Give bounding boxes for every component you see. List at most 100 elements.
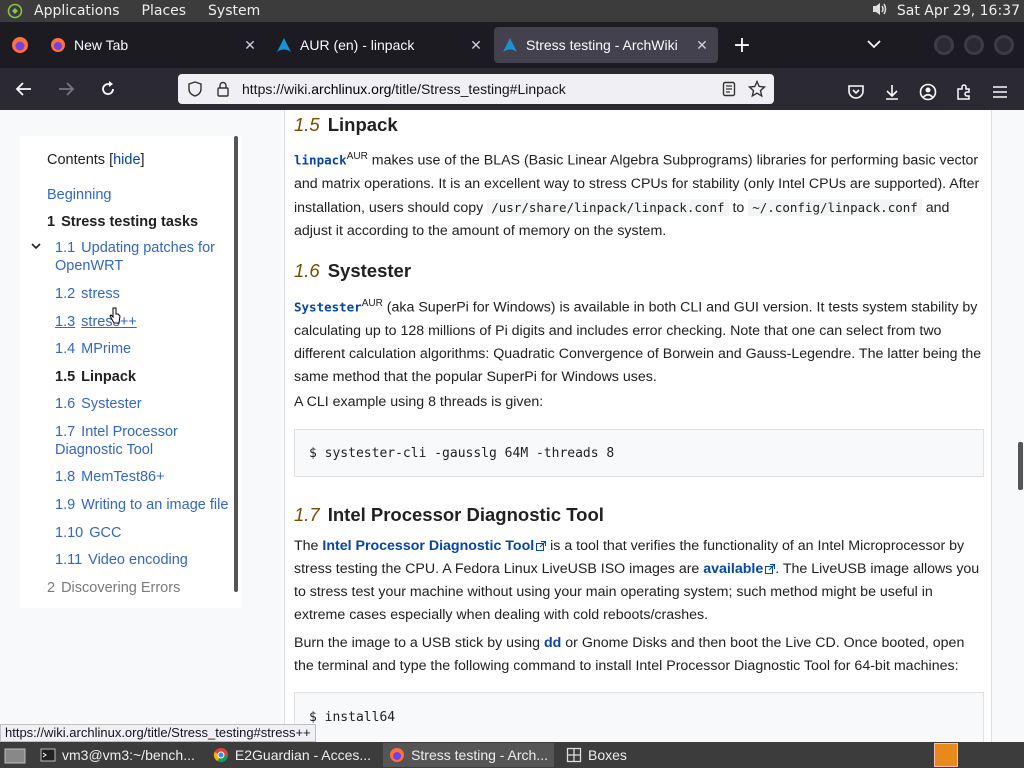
tab-strip: New Tab ✕ AUR (en) - linpack ✕ Stress te…	[0, 22, 1024, 68]
heading-systester: 1.6 Systester	[294, 260, 411, 282]
toc-scrollbar[interactable]	[234, 136, 238, 592]
lock-icon[interactable]	[214, 80, 232, 98]
page-content: Contents [hide] Beginning 1 Stress testin…	[0, 110, 1024, 742]
toc-num: 1.10	[55, 525, 84, 541]
toc-item-1-1-cont[interactable]: OpenWRT	[55, 257, 123, 275]
account-icon[interactable]	[910, 74, 946, 110]
pocket-icon[interactable]	[838, 74, 874, 110]
minimize-window-button[interactable]	[934, 35, 954, 55]
distro-logo-icon[interactable]	[4, 0, 26, 22]
close-tab-icon[interactable]: ✕	[242, 37, 258, 54]
toc-label: MemTest86+	[81, 469, 165, 485]
volume-icon[interactable]	[871, 1, 889, 21]
toc-title: Contents [hide]	[47, 152, 145, 168]
back-arrow-icon[interactable]	[6, 71, 42, 107]
toc-heading: Contents	[47, 152, 106, 168]
hand-cursor-icon	[109, 307, 121, 324]
toc-item-1-5[interactable]: 1.5 Linpack	[55, 368, 136, 386]
toc-item-1-7-cont[interactable]: Diagnostic Tool	[55, 441, 153, 459]
taskbar-label: vm3@vm3:~/bench...	[62, 747, 195, 763]
linpack-link[interactable]: linpack	[294, 153, 347, 168]
tab-new-tab[interactable]: New Tab ✕	[42, 27, 266, 63]
toc-num: 1.6	[55, 396, 76, 412]
toc-label: Beginning	[47, 187, 112, 203]
toc-item-1[interactable]: 1 Stress testing tasks	[47, 213, 198, 231]
tab-stress-testing[interactable]: Stress testing - ArchWiki ✕	[494, 27, 718, 63]
tab-aur-linpack[interactable]: AUR (en) - linpack ✕	[268, 27, 492, 63]
url-bar[interactable]: https://wiki.archlinux.org/title/Stress_…	[178, 74, 774, 104]
applications-menu[interactable]: Applications	[34, 3, 120, 19]
toc-item-1-6[interactable]: 1.6 Systester	[55, 395, 142, 413]
toc-hide-link[interactable]: hide	[113, 152, 140, 168]
taskbar-item-boxes[interactable]: Boxes	[560, 743, 633, 767]
toc-label: Discovering Errors	[61, 580, 181, 596]
toc-item-2[interactable]: 2 Discovering Errors	[47, 579, 180, 597]
toc-label: Intel Processor	[81, 424, 178, 440]
toc-num: 1.8	[55, 469, 76, 485]
toc-label: MPrime	[81, 341, 132, 357]
close-tab-icon[interactable]: ✕	[694, 37, 710, 54]
reload-icon[interactable]	[90, 71, 126, 107]
available-link[interactable]: available	[703, 561, 763, 577]
chrome-icon	[213, 748, 228, 762]
tab-label: New Tab	[74, 37, 129, 53]
taskbar-item-e2guardian[interactable]: E2Guardian - Acces...	[207, 743, 377, 767]
toc-item-1-2[interactable]: 1.2 stress	[55, 285, 120, 303]
system-menu[interactable]: System	[208, 3, 260, 19]
section-number: 1.5	[294, 114, 320, 135]
toc-item-1-3[interactable]: 1.3 stress++	[55, 313, 137, 331]
aur-sup[interactable]: AUR	[347, 151, 368, 162]
heading-intel-diagnostic: 1.7 Intel Processor Diagnostic Tool	[294, 504, 604, 526]
toc-item-1-10[interactable]: 1.10 GCC	[55, 524, 121, 542]
firefox-view-icon[interactable]	[0, 22, 40, 68]
tray-firefox-icon[interactable]	[934, 743, 958, 767]
list-tabs-chevron-icon[interactable]	[860, 37, 888, 53]
firefox-icon	[390, 748, 405, 762]
section-title: Intel Processor Diagnostic Tool	[327, 504, 604, 525]
article-body: 1.5 Linpack linpackAUR makes use of the B…	[284, 110, 992, 742]
chevron-down-icon[interactable]	[30, 240, 42, 252]
clock[interactable]: Sat Apr 29, 16:37	[897, 3, 1020, 19]
reader-view-icon[interactable]	[720, 80, 738, 98]
toc-item-1-11[interactable]: 1.11 Video encoding	[55, 551, 188, 569]
tab-label: AUR (en) - linpack	[300, 37, 415, 53]
show-desktop-icon[interactable]	[0, 743, 30, 767]
maximize-window-button[interactable]	[964, 35, 984, 55]
toc-item-1-4[interactable]: 1.4 MPrime	[55, 340, 131, 358]
toc-label: Updating patches for	[81, 240, 215, 256]
section-title: Linpack	[327, 114, 398, 135]
bookmark-star-icon[interactable]	[748, 80, 766, 98]
taskbar-label: Boxes	[588, 747, 627, 763]
section-number: 1.6	[294, 260, 320, 281]
downloads-icon[interactable]	[874, 74, 910, 110]
toc-num: 1.9	[55, 497, 76, 513]
places-menu[interactable]: Places	[142, 3, 187, 19]
taskbar-item-firefox[interactable]: Stress testing - Arch...	[383, 743, 555, 767]
navigation-toolbar: https://wiki.archlinux.org/title/Stress_…	[0, 68, 1024, 110]
taskbar-label: Stress testing - Arch...	[411, 747, 549, 763]
toc-item-1-1[interactable]: 1.1 Updating patches for	[55, 239, 215, 257]
toc-item-beginning[interactable]: Beginning	[47, 186, 112, 204]
page-scrollbar[interactable]	[1018, 442, 1023, 490]
forward-arrow-icon[interactable]	[48, 71, 84, 107]
paragraph-burn-image: Burn the image to a USB stick by using d…	[294, 632, 986, 678]
tracking-shield-icon[interactable]	[186, 80, 204, 98]
taskbar-item-terminal[interactable]: vm3@vm3:~/bench...	[34, 743, 201, 767]
new-tab-button[interactable]: +	[728, 31, 756, 59]
toc-item-1-7[interactable]: 1.7 Intel Processor	[55, 423, 178, 441]
extensions-icon[interactable]	[946, 74, 982, 110]
paragraph-linpack: linpackAUR makes use of the BLAS (Basic …	[294, 145, 986, 243]
firefox-icon	[51, 38, 65, 52]
aur-sup[interactable]: AUR	[362, 298, 383, 309]
toc-item-1-9[interactable]: 1.9 Writing to an image file	[55, 496, 228, 514]
dd-link[interactable]: dd	[544, 635, 561, 651]
paragraph-intel-diagnostic: The Intel Processor Diagnostic Tool is a…	[294, 535, 986, 627]
boxes-icon	[566, 747, 582, 763]
toc-item-1-8[interactable]: 1.8 MemTest86+	[55, 468, 165, 486]
hamburger-menu-icon[interactable]	[982, 74, 1018, 110]
intel-diagnostic-link[interactable]: Intel Processor Diagnostic Tool	[322, 538, 534, 554]
close-window-button[interactable]	[994, 35, 1014, 55]
systester-link[interactable]: Systester	[294, 300, 362, 315]
toc-label: Stress testing tasks	[61, 214, 199, 230]
close-tab-icon[interactable]: ✕	[468, 37, 484, 54]
